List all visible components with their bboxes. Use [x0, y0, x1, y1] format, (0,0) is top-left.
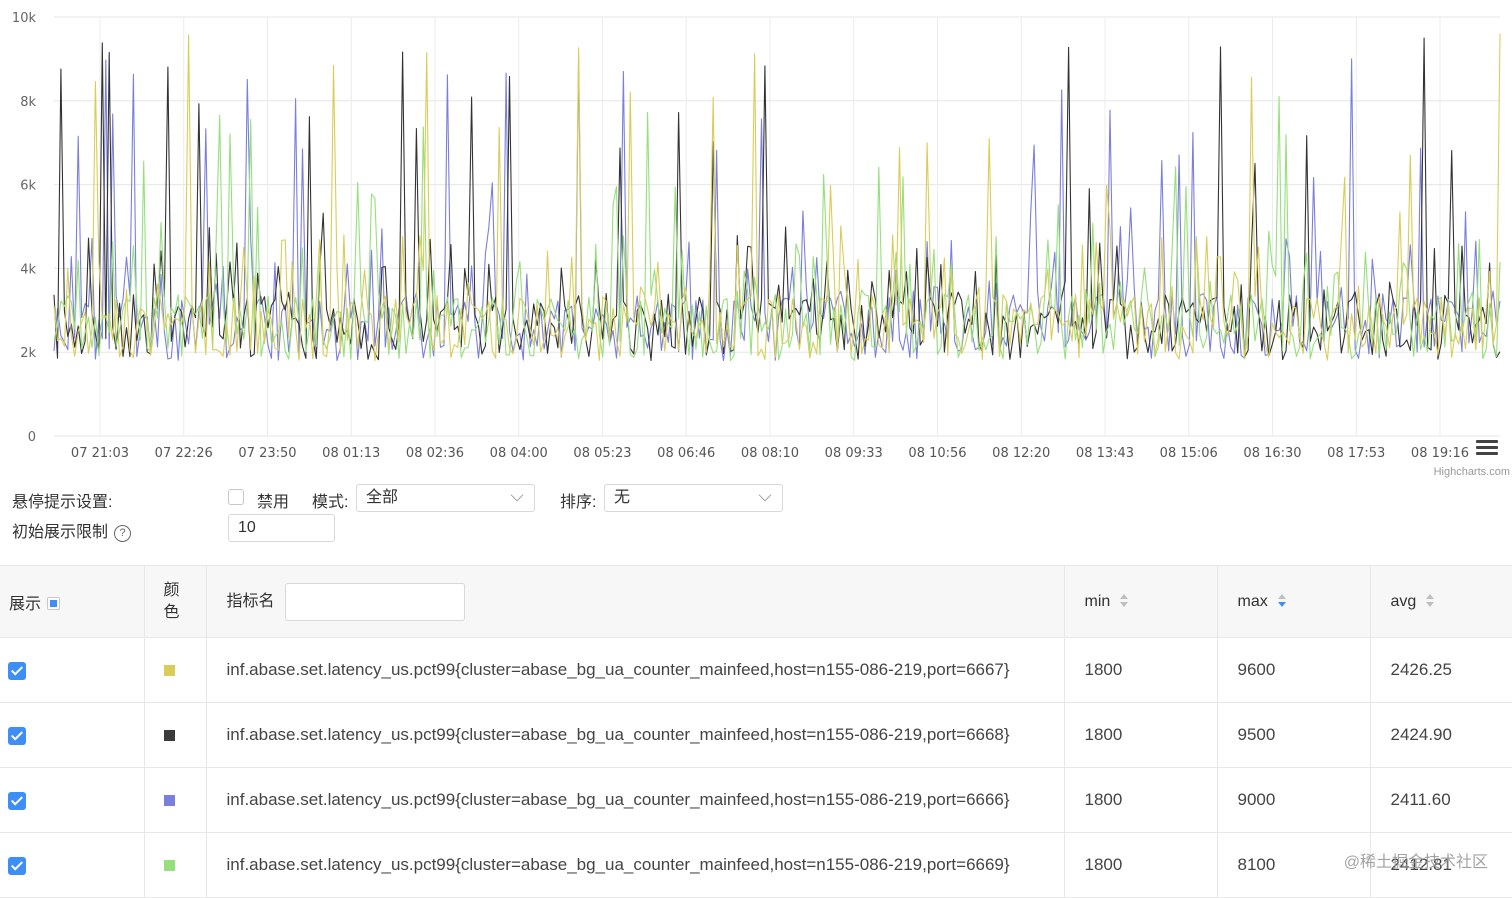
table-header-row: 展示 颜色 指标名 min max avg	[0, 565, 1512, 638]
max-value: 9500	[1217, 702, 1371, 768]
color-cell	[144, 832, 207, 898]
hover-tooltip-label: 悬停提示设置:	[12, 494, 113, 511]
header-color: 颜色	[144, 565, 207, 638]
color-cell	[144, 637, 207, 703]
header-min[interactable]: min	[1064, 565, 1218, 638]
header-avg[interactable]: avg	[1370, 565, 1512, 638]
avg-value: 2411.60	[1370, 767, 1512, 833]
show-cell	[0, 702, 145, 768]
mode-select-value: 全部	[366, 489, 399, 506]
header-avg-label: avg	[1390, 592, 1417, 610]
help-icon[interactable]: ?	[114, 525, 132, 542]
x-tick-label: 08 10:56	[908, 446, 966, 461]
row-show-checkbox[interactable]	[8, 856, 26, 875]
x-tick-label: 08 02:36	[406, 446, 464, 461]
header-show: 展示	[0, 565, 145, 638]
x-tick-label: 08 01:13	[322, 446, 380, 461]
header-min-label: min	[1084, 592, 1111, 610]
x-tick-label: 07 22:26	[155, 446, 213, 461]
x-axis: 07 21:03 07 22:26 07 23:50 08 01:13 08 02:36…	[71, 446, 1469, 461]
x-tick-label: 08 15:06	[1160, 446, 1218, 461]
avg-value: 2424.90	[1370, 702, 1512, 768]
table-row: inf.abase.set.latency_us.pct99{cluster=a…	[0, 832, 1512, 898]
color-swatch	[163, 795, 175, 807]
sort-select[interactable]: 无	[604, 484, 783, 512]
disable-label: 禁用	[257, 494, 290, 511]
watermark: @稀土掘金技术社区	[1343, 854, 1488, 871]
table-row: inf.abase.set.latency_us.pct99{cluster=a…	[0, 767, 1512, 833]
row-show-checkbox[interactable]	[8, 661, 26, 680]
x-tick-label: 08 05:23	[573, 446, 631, 461]
x-tick-label: 08 12:20	[992, 446, 1050, 461]
show-cell	[0, 637, 145, 703]
header-metric-name: 指标名	[206, 565, 1065, 638]
y-tick-label: 2k	[20, 346, 36, 361]
min-value: 1800	[1064, 832, 1218, 898]
y-tick-label: 8k	[20, 95, 36, 110]
sort-icon[interactable]	[1277, 593, 1286, 608]
latency-chart: 0 2k 4k 6k 8k 10k 07 21:03 07 22:26 07 23:50 08 …	[12, 11, 1501, 461]
x-tick-label: 08 06:46	[657, 446, 715, 461]
max-value: 9000	[1217, 767, 1371, 833]
avg-value: 2426.25	[1370, 637, 1512, 703]
header-color-label: 颜色	[163, 581, 180, 621]
metrics-table: 展示 颜色 指标名 min max avg inf.abase.set.late…	[0, 565, 1512, 898]
x-tick-label: 08 13:43	[1076, 446, 1134, 461]
show-cell	[0, 832, 145, 898]
chart-credits[interactable]: Highcharts.com	[1434, 466, 1510, 478]
show-cell	[0, 767, 145, 833]
row-show-checkbox[interactable]	[8, 726, 26, 745]
x-tick-label: 07 21:03	[71, 446, 129, 461]
row-show-checkbox[interactable]	[8, 791, 26, 810]
chevron-down-icon	[510, 488, 524, 502]
x-tick-label: 07 23:50	[238, 446, 296, 461]
disable-checkbox[interactable]	[228, 489, 244, 505]
mode-select[interactable]: 全部	[356, 484, 535, 512]
color-cell	[144, 702, 207, 768]
mode-label: 模式:	[312, 494, 349, 511]
chart-series	[53, 33, 1501, 362]
y-tick-label: 0	[28, 430, 36, 445]
metric-name: inf.abase.set.latency_us.pct99{cluster=a…	[206, 832, 1065, 898]
color-swatch	[163, 730, 175, 742]
sort-select-value: 无	[614, 489, 631, 506]
sort-label: 排序:	[560, 494, 597, 511]
min-value: 1800	[1064, 637, 1218, 703]
y-axis: 0 2k 4k 6k 8k 10k	[12, 11, 37, 445]
x-tick-label: 08 08:10	[741, 446, 799, 461]
x-tick-label: 08 09:33	[825, 446, 883, 461]
color-swatch	[163, 860, 175, 872]
x-tick-label: 08 19:16	[1411, 446, 1469, 461]
header-max[interactable]: max	[1217, 565, 1371, 638]
initial-limit-label: 初始展示限制?	[12, 518, 132, 542]
sort-icon[interactable]	[1426, 593, 1435, 608]
chart-grid	[54, 16, 1500, 437]
sort-icon[interactable]	[1120, 593, 1129, 608]
max-value: 9600	[1217, 637, 1371, 703]
metric-name-filter-input[interactable]	[284, 582, 465, 621]
y-tick-label: 10k	[12, 11, 37, 26]
y-tick-label: 4k	[20, 262, 36, 277]
metric-name: inf.abase.set.latency_us.pct99{cluster=a…	[206, 637, 1065, 703]
x-tick-label: 08 04:00	[490, 446, 548, 461]
header-name-label: 指标名	[226, 592, 275, 610]
header-max-label: max	[1237, 592, 1268, 610]
initial-limit-input[interactable]: 10	[228, 514, 335, 542]
table-row: inf.abase.set.latency_us.pct99{cluster=a…	[0, 637, 1512, 703]
y-tick-label: 6k	[20, 179, 36, 194]
metric-name: inf.abase.set.latency_us.pct99{cluster=a…	[206, 767, 1065, 833]
color-swatch	[163, 665, 175, 677]
x-tick-label: 08 16:30	[1243, 446, 1301, 461]
initial-limit-text: 初始展示限制	[12, 524, 109, 541]
table-row: inf.abase.set.latency_us.pct99{cluster=a…	[0, 702, 1512, 768]
chevron-down-icon	[758, 488, 772, 502]
color-cell	[144, 767, 207, 833]
min-value: 1800	[1064, 767, 1218, 833]
x-tick-label: 08 17:53	[1327, 446, 1385, 461]
header-show-label: 展示	[9, 595, 42, 613]
select-all-checkbox[interactable]	[47, 596, 61, 610]
min-value: 1800	[1064, 702, 1218, 768]
chart-menu-icon[interactable]	[1476, 440, 1498, 456]
metric-name: inf.abase.set.latency_us.pct99{cluster=a…	[206, 702, 1065, 768]
